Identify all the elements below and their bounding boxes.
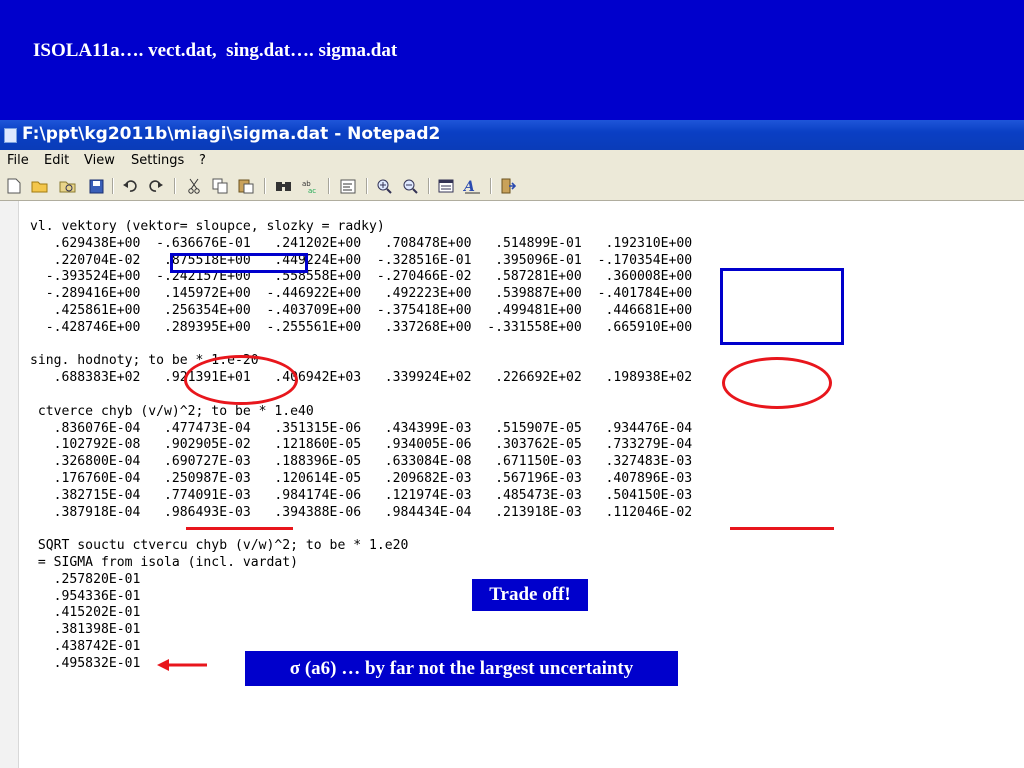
replace-icon[interactable]: ab ac: [300, 176, 320, 196]
menu-bar: File Edit View Settings ?: [0, 150, 1024, 173]
highlight-ellipse-sing-value: [184, 355, 298, 405]
copy-icon[interactable]: [210, 176, 230, 196]
underline-error-value-last: [730, 527, 834, 530]
underline-error-value: [186, 527, 293, 530]
text-line: SQRT souctu ctvercu chyb (v/w)^2; to be …: [30, 538, 409, 554]
text-line: .688383E+02 .921391E+01 .406942E+03 .339…: [30, 370, 693, 386]
file-content: vl. vektory (vektor= sloupce, slozky = r…: [30, 219, 692, 673]
schemes-icon[interactable]: [436, 176, 456, 196]
text-line: -.289416E+00 .145972E+00 -.446922E+00 .4…: [30, 286, 693, 302]
new-file-icon[interactable]: [4, 176, 24, 196]
toolbar: ab ac A: [0, 172, 1024, 201]
text-line: .381398E-01: [30, 622, 141, 638]
text-line: [30, 387, 692, 404]
menu-file[interactable]: File: [7, 153, 29, 168]
paste-icon[interactable]: [236, 176, 256, 196]
text-line: -.428746E+00 .289395E+00 -.255561E+00 .3…: [30, 319, 693, 335]
undo-icon[interactable]: [120, 176, 140, 196]
text-line: = SIGMA from isola (incl. vardat): [30, 554, 299, 570]
trade-off-callout: Trade off!: [471, 578, 589, 612]
text-line: .102792E-08 .902905E-02 .121860E-05 .934…: [30, 437, 693, 453]
text-line: .387918E-04 .986493E-03 .394388E-06 .984…: [30, 504, 693, 520]
window-titlebar[interactable]: F:\ppt\kg2011b\miagi\sigma.dat - Notepad…: [0, 120, 1024, 150]
save-icon[interactable]: [86, 176, 106, 196]
sigma-note-callout: σ (a6) … by far not the largest uncertai…: [244, 650, 679, 687]
text-line: .629438E+00 -.636676E-01 .241202E+00 .70…: [30, 235, 693, 251]
zoom-in-icon[interactable]: [374, 176, 394, 196]
svg-text:A: A: [463, 179, 475, 194]
text-line: ctverce chyb (v/w)^2; to be * 1.e40: [30, 403, 314, 419]
zoom-out-icon[interactable]: [400, 176, 420, 196]
find-icon[interactable]: [274, 176, 294, 196]
menu-help[interactable]: ?: [199, 153, 206, 168]
word-wrap-icon[interactable]: [338, 176, 358, 196]
text-line: [30, 521, 692, 538]
menu-settings[interactable]: Settings: [131, 153, 184, 168]
text-line: sing. hodnoty; to be * 1.e-20: [30, 353, 259, 369]
slide-title: ISOLA11a…. vect.dat, sing.dat…. sigma.da…: [33, 40, 398, 61]
text-line: .425861E+00 .256354E+00 -.403709E+00 -.3…: [30, 302, 693, 318]
font-icon[interactable]: A: [462, 176, 482, 196]
browse-icon[interactable]: [58, 176, 78, 196]
cut-icon[interactable]: [184, 176, 204, 196]
open-folder-icon[interactable]: [30, 176, 50, 196]
text-line: .257820E-01: [30, 571, 141, 587]
red-arrow-icon: [157, 659, 207, 671]
window-title: F:\ppt\kg2011b\miagi\sigma.dat - Notepad…: [22, 124, 441, 144]
text-line: .836076E-04 .477473E-04 .351315E-06 .434…: [30, 420, 693, 436]
menu-view[interactable]: View: [84, 153, 115, 168]
text-line: .415202E-01: [30, 605, 141, 621]
highlight-box-vector-column: [720, 268, 844, 345]
svg-text:ac: ac: [308, 187, 316, 194]
redo-icon[interactable]: [146, 176, 166, 196]
notepad-app-icon: [4, 128, 17, 143]
highlight-box-vector-value: [170, 253, 308, 273]
text-line: .382715E-04 .774091E-03 .984174E-06 .121…: [30, 487, 693, 503]
menu-edit[interactable]: Edit: [44, 153, 69, 168]
text-line: .176760E-04 .250987E-03 .120614E-05 .209…: [30, 470, 693, 486]
text-line: .326800E-04 .690727E-03 .188396E-05 .633…: [30, 454, 693, 470]
text-line: .220704E-02 .875518E+00 .449224E+00 -.32…: [30, 252, 693, 268]
text-line: [30, 337, 692, 354]
exit-icon[interactable]: [498, 176, 518, 196]
text-line: -.393524E+00 -.242157E+00 .558558E+00 -.…: [30, 269, 693, 285]
text-line: vl. vektory (vektor= sloupce, slozky = r…: [30, 219, 385, 234]
editor-margin: [0, 201, 19, 768]
highlight-ellipse-sing-value-last: [722, 357, 832, 409]
text-line: .954336E-01: [30, 588, 141, 604]
